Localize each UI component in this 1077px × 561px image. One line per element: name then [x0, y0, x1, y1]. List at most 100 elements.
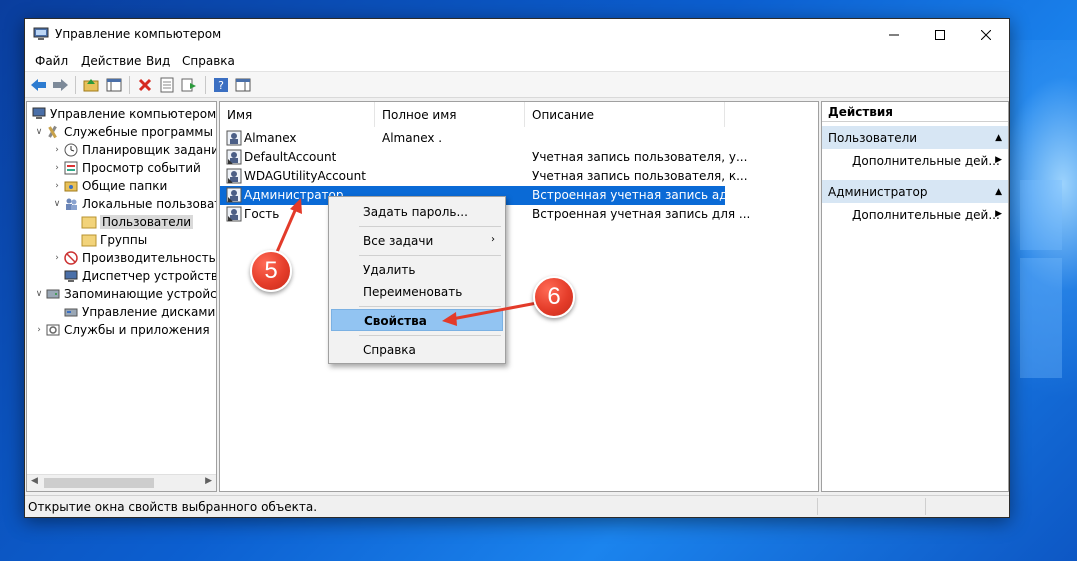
menu-item-help[interactable]: Справка — [331, 339, 503, 361]
collapse-up-icon[interactable]: ▲ — [995, 133, 1002, 143]
menu-item-set-password[interactable]: Задать пароль... — [331, 201, 503, 223]
expand-chevron-icon[interactable]: › — [33, 325, 45, 335]
menu-item-properties[interactable]: Свойства — [331, 309, 503, 331]
folder-up-icon — [83, 79, 99, 92]
users-icon — [63, 196, 79, 212]
scroll-left-icon[interactable]: ◀ — [31, 476, 38, 486]
forward-button[interactable] — [51, 76, 69, 94]
toolbar-separator — [205, 76, 206, 94]
column-header-description[interactable]: Описание — [525, 102, 725, 127]
cell-name: WDAGUtilityAccount — [244, 169, 366, 183]
tree-label: Пользователи — [100, 215, 194, 229]
tree-item-computer-management[interactable]: Управление компьютером (л — [31, 105, 216, 123]
expand-chevron-icon[interactable]: › — [51, 145, 63, 155]
list-row[interactable]: DefaultAccount Учетная запись пользовате… — [220, 148, 747, 167]
scroll-right-icon[interactable]: ▶ — [205, 476, 212, 486]
tree-item-storage[interactable]: ∨ Запоминающие устройст — [33, 285, 216, 303]
actions-section-users[interactable]: Пользователи ▲ — [822, 126, 1008, 149]
column-header-name[interactable]: Имя — [220, 102, 375, 127]
device-manager-icon — [63, 268, 79, 284]
folder-icon — [81, 214, 97, 230]
help-icon: ? — [214, 78, 228, 92]
minimize-button[interactable] — [871, 19, 917, 50]
expand-chevron-icon[interactable]: › — [51, 163, 63, 173]
properties-button[interactable] — [158, 76, 176, 94]
tree-item-task-scheduler[interactable]: › Планировщик заданий — [51, 141, 216, 159]
expand-chevron-icon[interactable]: › — [51, 181, 63, 191]
services-icon — [45, 322, 61, 338]
tree-item-services-apps[interactable]: › Службы и приложения — [33, 321, 210, 339]
cell-name: Almanex — [244, 131, 297, 145]
delete-x-icon — [138, 78, 152, 92]
step-badge-5: 5 — [250, 250, 292, 292]
tree-item-groups[interactable]: Группы — [81, 231, 147, 249]
disabled-user-icon — [226, 149, 242, 165]
tree-item-device-manager[interactable]: Диспетчер устройств — [63, 267, 216, 285]
menu-item-rename[interactable]: Переименовать — [331, 281, 503, 303]
tree-item-shared-folders[interactable]: › Общие папки — [51, 177, 167, 195]
show-action-pane-button[interactable] — [234, 76, 252, 94]
collapse-up-icon[interactable]: ▲ — [995, 187, 1002, 197]
expand-chevron-icon[interactable]: › — [51, 253, 63, 263]
toolbar-separator — [129, 76, 130, 94]
collapse-chevron-icon[interactable]: ∨ — [33, 289, 45, 299]
cell-name: DefaultAccount — [244, 150, 337, 164]
tree-item-performance[interactable]: › Производительность — [51, 249, 215, 267]
tree-item-local-users[interactable]: ∨ Локальные пользоват — [51, 195, 217, 213]
shared-folder-icon — [63, 178, 79, 194]
up-folder-button[interactable] — [82, 76, 100, 94]
export-list-button[interactable] — [180, 76, 198, 94]
action-more-actions[interactable]: Дополнительные дей... ▶ — [822, 204, 1008, 226]
svg-text:?: ? — [218, 79, 224, 92]
tree-label: Служебные программы — [64, 125, 213, 139]
minimize-icon — [889, 34, 899, 35]
context-menu: Задать пароль... Все задачи › Удалить Пе… — [328, 196, 506, 364]
menu-separator — [359, 335, 501, 336]
maximize-button[interactable] — [917, 19, 963, 50]
tree-item-users[interactable]: Пользователи — [81, 213, 194, 231]
list-row[interactable]: WDAGUtilityAccount Учетная запись пользо… — [220, 167, 748, 186]
menu-file[interactable]: Файл — [35, 54, 68, 68]
cell-full-name: Almanex . — [382, 131, 443, 145]
menu-help[interactable]: Справка — [182, 54, 235, 68]
menu-separator — [359, 306, 501, 307]
submenu-arrow-icon: ▶ — [995, 209, 1002, 219]
tree-label: Локальные пользоват — [82, 197, 217, 211]
forward-arrow-icon — [53, 79, 68, 91]
submenu-arrow-icon: › — [491, 234, 495, 245]
menu-action[interactable]: Действие — [81, 54, 141, 68]
title-bar[interactable]: Управление компьютером — [25, 19, 1009, 50]
list-row[interactable]: Almanex Almanex . — [220, 129, 725, 148]
tools-icon — [45, 124, 61, 140]
menu-bar: Файл Действие Вид Справка — [25, 50, 1009, 72]
computer-management-window: Управление компьютером Файл Действие Вид… — [24, 18, 1010, 518]
tree-item-event-viewer[interactable]: › Просмотр событий — [51, 159, 201, 177]
column-header-full-name[interactable]: Полное имя — [375, 102, 525, 127]
scrollbar-thumb[interactable] — [44, 478, 154, 488]
disk-icon — [63, 304, 79, 320]
status-divider — [925, 498, 926, 515]
performance-icon — [63, 250, 79, 266]
status-divider — [817, 498, 818, 515]
help-button[interactable]: ? — [212, 76, 230, 94]
show-hide-tree-button[interactable] — [105, 76, 123, 94]
tree-item-disk-management[interactable]: Управление дисками — [63, 303, 215, 321]
cell-description: Учетная запись пользователя, к... — [532, 169, 748, 183]
menu-item-label: Все задачи — [363, 234, 434, 248]
actions-section-administrator[interactable]: Администратор ▲ — [822, 180, 1008, 203]
action-more-actions[interactable]: Дополнительные дей... ▶ — [822, 150, 1008, 172]
delete-button[interactable] — [136, 76, 154, 94]
users-list: Имя Полное имя Описание Almanex Almanex … — [219, 101, 819, 492]
tree-horizontal-scrollbar[interactable]: ◀ ▶ — [27, 474, 216, 491]
collapse-chevron-icon[interactable]: ∨ — [51, 199, 63, 209]
tree-label: Службы и приложения — [64, 323, 210, 337]
menu-item-delete[interactable]: Удалить — [331, 259, 503, 281]
computer-management-icon — [31, 106, 47, 122]
close-button[interactable] — [963, 19, 1009, 50]
menu-view[interactable]: Вид — [146, 54, 170, 68]
menu-item-all-tasks[interactable]: Все задачи › — [331, 230, 503, 252]
tree-label: Общие папки — [82, 179, 168, 193]
collapse-chevron-icon[interactable]: ∨ — [33, 127, 45, 137]
back-button[interactable] — [30, 76, 48, 94]
tree-item-system-tools[interactable]: ∨ Служебные программы — [33, 123, 213, 141]
